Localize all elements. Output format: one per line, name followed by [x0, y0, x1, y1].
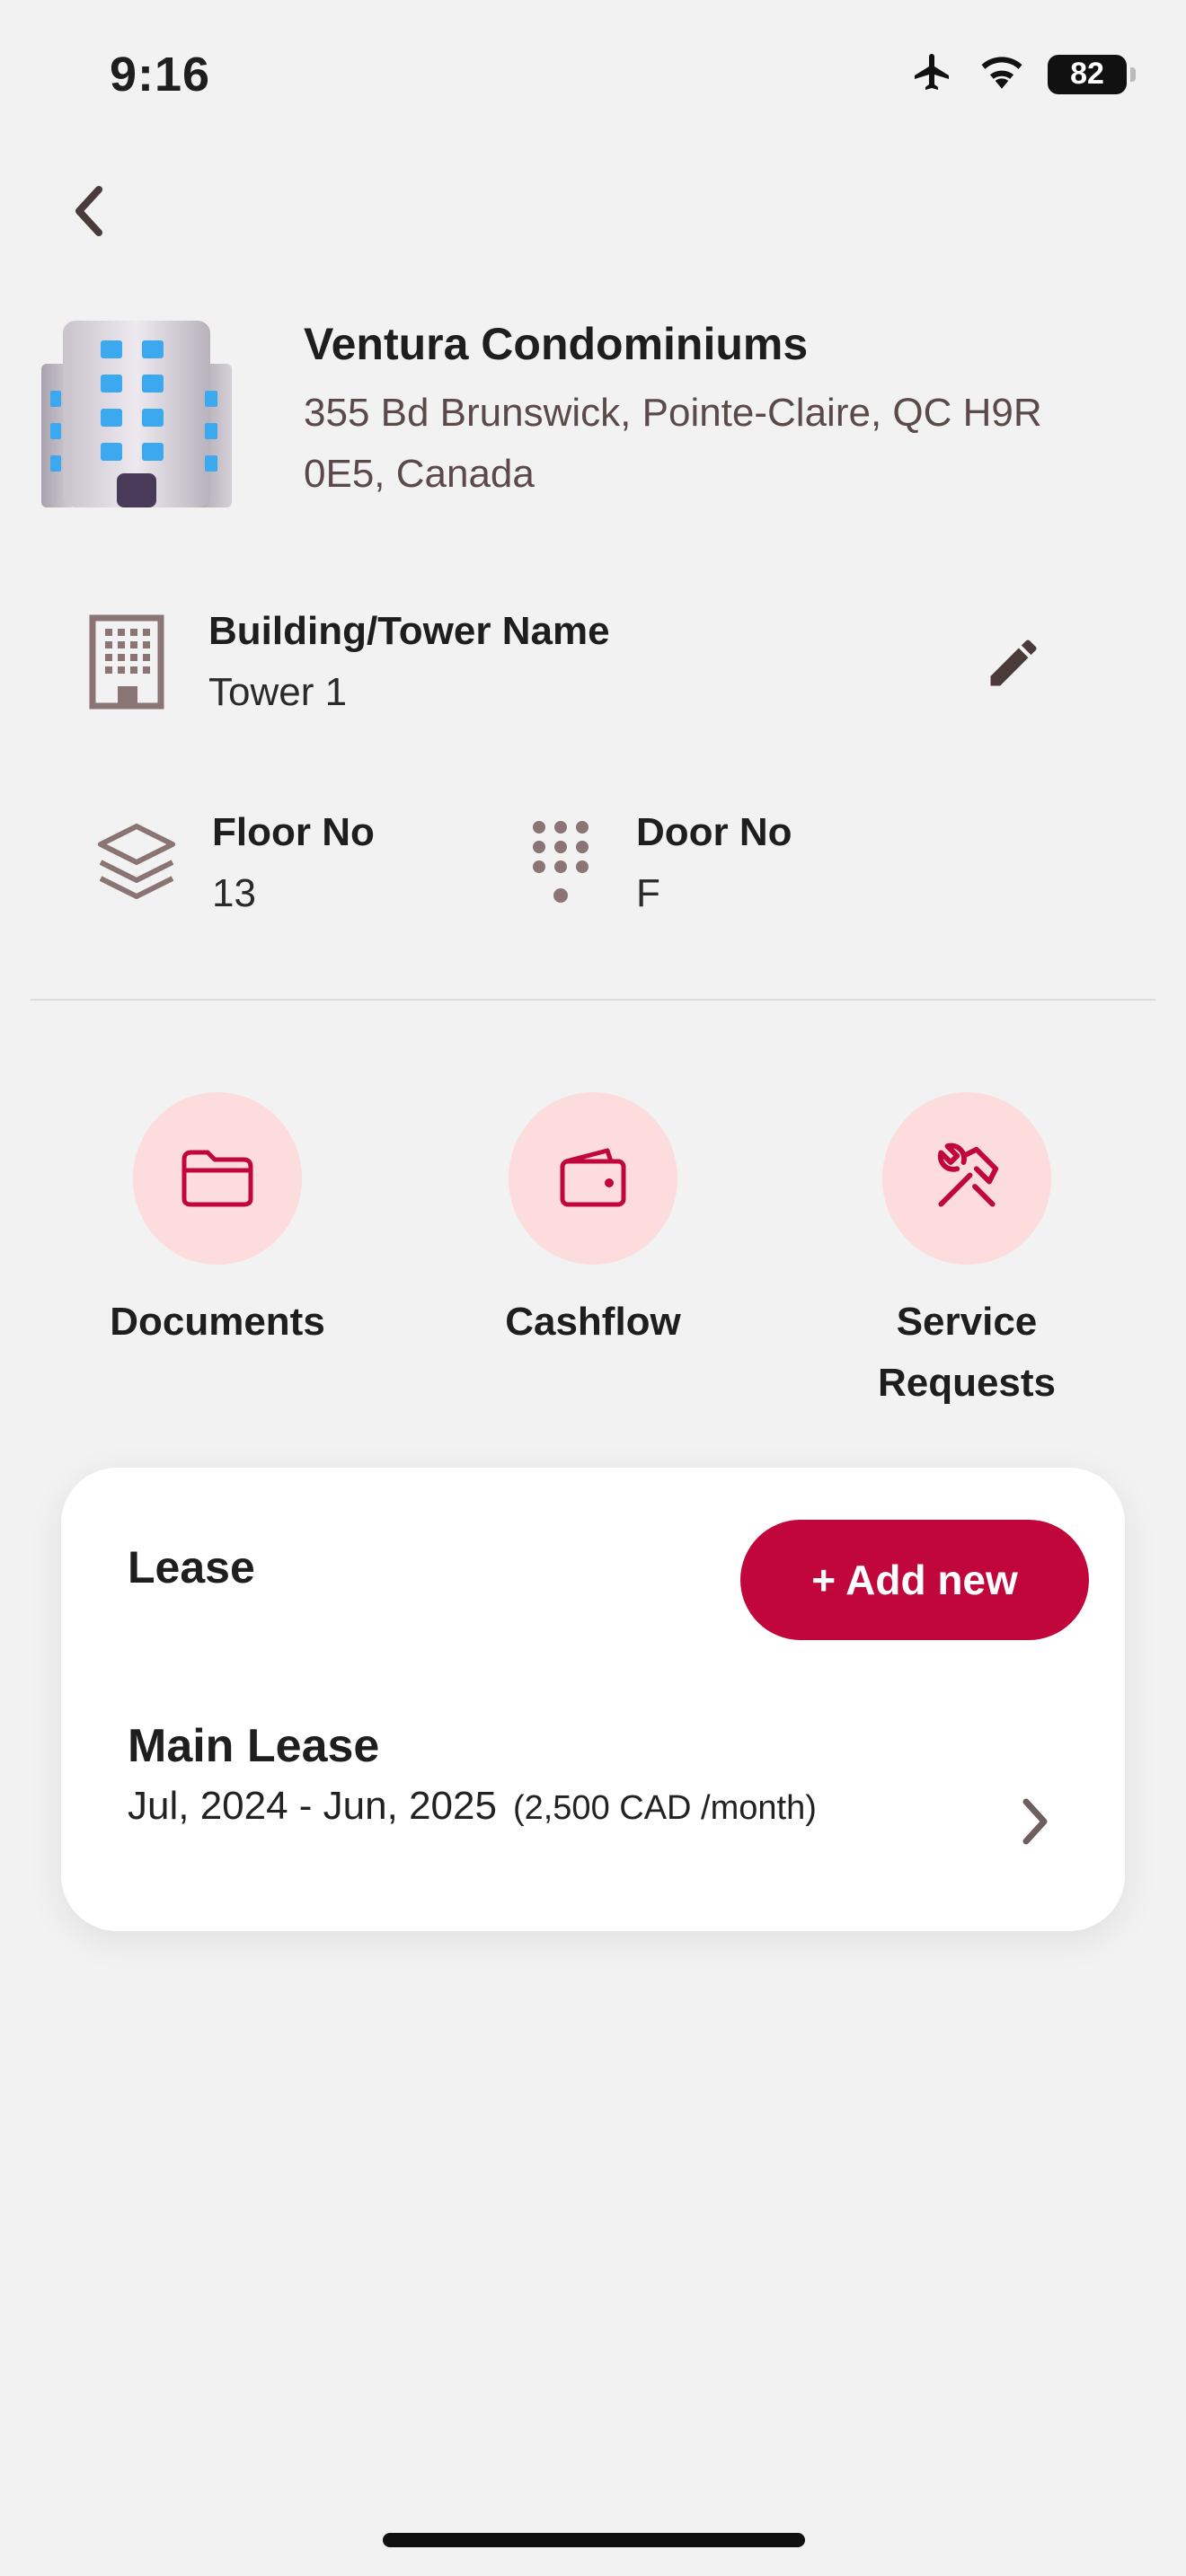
service-requests-action[interactable]: Service Requests [805, 1092, 1128, 1414]
service-requests-circle [882, 1092, 1051, 1265]
back-button[interactable] [63, 180, 117, 243]
status-time: 9:16 [110, 48, 211, 101]
lease-list-item[interactable]: Main Lease Jul, 2024 - Jun, 2025 (2,500 C… [61, 1719, 1125, 1872]
battery-icon: 82 [1048, 54, 1136, 94]
add-new-lease-button[interactable]: + Add new [740, 1520, 1089, 1640]
lease-rent: (2,500 CAD /month) [512, 1789, 817, 1827]
divider [31, 999, 1155, 1001]
folder-icon [181, 1150, 253, 1207]
status-icons: 82 [909, 50, 1136, 98]
lease-card: Lease + Add new Main Lease Jul, 2024 - J… [61, 1468, 1125, 1931]
building-name-label: Building/Tower Name [208, 609, 610, 653]
documents-label: Documents [110, 1300, 325, 1344]
home-indicator [383, 2533, 805, 2547]
building-name-value: Tower 1 [208, 670, 348, 714]
floor-value: 13 [212, 871, 256, 915]
property-name: Ventura Condominiums [304, 319, 809, 369]
lease-period: Jul, 2024 - Jun, 2025 [128, 1784, 497, 1828]
floor-label: Floor No [212, 810, 375, 854]
lease-name: Main Lease [128, 1720, 380, 1772]
documents-action[interactable]: Documents [56, 1092, 379, 1353]
service-requests-label: Service Requests [877, 1300, 1057, 1405]
chevron-left-icon [75, 186, 102, 236]
edit-button[interactable] [976, 625, 1051, 701]
lease-title: Lease [128, 1542, 255, 1592]
cashflow-label: Cashflow [505, 1300, 681, 1344]
airplane-mode-icon [909, 50, 956, 98]
cashflow-action[interactable]: Cashflow [431, 1092, 755, 1353]
property-address: 355 Bd Brunswick, Pointe-Claire, QC H9R … [304, 391, 1042, 496]
tools-icon [937, 1142, 999, 1207]
lease-period-line: Jul, 2024 - Jun, 2025 (2,500 CAD /month) [128, 1784, 817, 1829]
layers-icon [90, 817, 183, 907]
cashflow-circle [509, 1092, 677, 1265]
door-label: Door No [636, 810, 792, 854]
building-image [41, 319, 232, 507]
dialpad-icon [525, 817, 597, 907]
pencil-icon [990, 640, 1037, 686]
documents-circle [133, 1092, 302, 1265]
wifi-icon [979, 54, 1024, 94]
door-value: F [636, 871, 660, 915]
wallet-icon [560, 1148, 626, 1207]
building-icon [86, 613, 167, 711]
chevron-right-icon [1022, 1798, 1048, 1845]
